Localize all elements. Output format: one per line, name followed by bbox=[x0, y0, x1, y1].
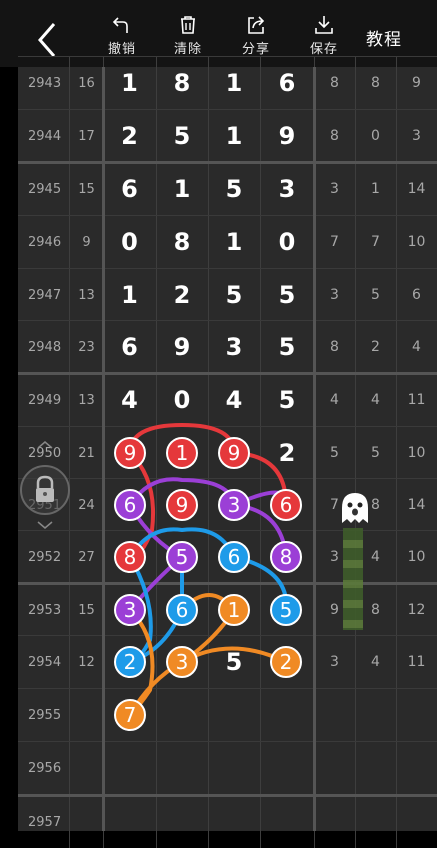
blue-ball[interactable]: 2 bbox=[114, 646, 146, 678]
chevron-up-icon bbox=[37, 441, 53, 449]
blue-ball[interactable]: 5 bbox=[270, 594, 302, 626]
red-ball[interactable]: 9 bbox=[166, 489, 198, 521]
orange-ball[interactable]: 2 bbox=[270, 646, 302, 678]
red-ball[interactable]: 1 bbox=[166, 437, 198, 469]
red-ball[interactable]: 6 bbox=[270, 489, 302, 521]
chevron-down-icon bbox=[37, 521, 53, 529]
purple-ball[interactable]: 6 bbox=[114, 489, 146, 521]
purple-ball[interactable]: 3 bbox=[218, 489, 250, 521]
lock-icon bbox=[36, 475, 54, 502]
orange-ball[interactable]: 1 bbox=[218, 594, 250, 626]
purple-ball[interactable]: 5 bbox=[166, 541, 198, 573]
orange-ball[interactable]: 7 bbox=[114, 699, 146, 731]
red-ball[interactable]: 9 bbox=[114, 437, 146, 469]
orange-ball[interactable]: 3 bbox=[166, 646, 198, 678]
red-ball[interactable]: 8 bbox=[114, 541, 146, 573]
purple-ball[interactable]: 8 bbox=[270, 541, 302, 573]
trend-lines bbox=[128, 422, 289, 717]
blue-ball[interactable]: 6 bbox=[166, 594, 198, 626]
purple-ball[interactable]: 3 bbox=[114, 594, 146, 626]
lock-button[interactable] bbox=[20, 465, 70, 515]
blue-ball[interactable]: 6 bbox=[218, 541, 250, 573]
red-ball[interactable]: 9 bbox=[218, 437, 250, 469]
ghost-icon bbox=[342, 493, 368, 523]
pixelated-sticker bbox=[343, 528, 363, 630]
